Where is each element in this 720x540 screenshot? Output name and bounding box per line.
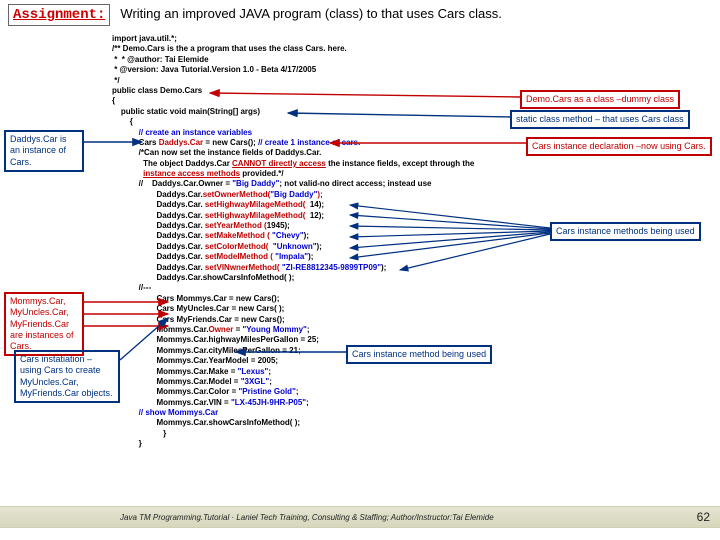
code-line: Mommys.Car.Make = "Lexus"; <box>112 367 690 377</box>
code-line: /** Demo.Cars is the a program that uses… <box>112 44 690 54</box>
callout-static-method: static class method – that uses Cars cla… <box>510 110 690 129</box>
code-line: * * @author: Tai Elemide <box>112 55 690 65</box>
code-line: } <box>112 429 690 439</box>
code-line: Daddys.Car. setHighwayMilageMethod( 12); <box>112 211 690 221</box>
callout-instance-method-single: Cars instance method being used <box>346 345 492 364</box>
code-line: Mommys.Car.Color = "Pristine Gold"; <box>112 387 690 397</box>
code-line: instance access methods provided.*/ <box>112 169 690 179</box>
code-line: The object Daddys.Car CANNOT directly ac… <box>112 159 690 169</box>
code-line: // show Mommys.Car <box>112 408 690 418</box>
code-line: Cars MyUncles.Car = new Cars( ); <box>112 304 690 314</box>
code-line: Mommys.Car.VIN = "LX-45JH-9HR-P05"; <box>112 398 690 408</box>
slide-header: Assignment: Writing an improved JAVA pro… <box>0 0 720 28</box>
code-line: Mommys.Car.Model = "3XGL"; <box>112 377 690 387</box>
code-line: //--- <box>112 283 690 293</box>
code-line: Daddys.Car. setVINwnerMethod( "ZI-RE8812… <box>112 263 690 273</box>
callout-instatiation: Cars instatiation – using Cars to create… <box>14 350 120 403</box>
code-line: Daddys.Car. setColorMethod( "Unknown"); <box>112 242 690 252</box>
assignment-text: Writing an improved JAVA program (class)… <box>120 4 501 21</box>
code-line: Daddys.Car. setModelMethod ( "Impala"); <box>112 252 690 262</box>
page-number: 62 <box>697 510 710 524</box>
code-line: import java.util.*; <box>112 34 690 44</box>
callout-daddys-instance: Daddys.Car is an instance of Cars. <box>4 130 84 172</box>
code-line: Mommys.Car.Owner = "Young Mommy"; <box>112 325 690 335</box>
callout-instance-declaration: Cars instance declaration –now using Car… <box>526 137 712 156</box>
assignment-label: Assignment: <box>8 4 110 26</box>
code-line: } <box>112 439 690 449</box>
code-line: Cars MyFriends.Car = new Cars(); <box>112 315 690 325</box>
footer: Java TM Programming.Tutorial · Laniel Te… <box>0 506 720 528</box>
callout-dummy-class: Demo.Cars as a class –dummy class <box>520 90 680 109</box>
code-line: // Daddys.Car.Owner = "Big Daddy"; not v… <box>112 179 690 189</box>
code-line: Daddys.Car. setHighwayMilageMethod( 14); <box>112 200 690 210</box>
code-line: Cars Mommys.Car = new Cars(); <box>112 294 690 304</box>
code-line: Mommys.Car.showCarsInfoMethod( ); <box>112 418 690 428</box>
code-line: * @version: Java Tutorial.Version 1.0 - … <box>112 65 690 75</box>
code-line: Daddys.Car.showCarsInfoMethod( ); <box>112 273 690 283</box>
footer-text: Java TM Programming.Tutorial · Laniel Te… <box>120 513 494 522</box>
callout-instance-methods: Cars instance methods being used <box>550 222 701 241</box>
code-line: Daddys.Car.setOwnerMethod("Big Daddy"); <box>112 190 690 200</box>
callout-instances-list: Mommys.Car, MyUncles.Car, MyFriends.Car … <box>4 292 84 356</box>
code-line: */ <box>112 76 690 86</box>
